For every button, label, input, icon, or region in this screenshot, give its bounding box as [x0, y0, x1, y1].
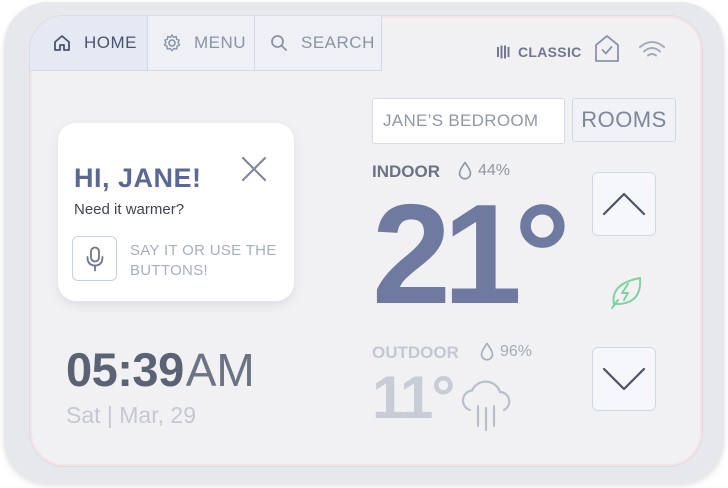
chevron-up-icon: [602, 192, 646, 216]
greeting-card: HI, JANE! Need it warmer? SAY IT OR USE …: [58, 123, 294, 301]
house-check-icon[interactable]: [594, 34, 620, 64]
clock-ampm: AM: [185, 344, 255, 396]
nav-home-button[interactable]: HOME: [30, 16, 148, 71]
temperature-up-button[interactable]: [592, 172, 656, 236]
room-name-field[interactable]: JANE’S BEDROOM: [372, 98, 565, 144]
classic-mode-label: CLASSIC: [518, 44, 582, 60]
classic-mode-toggle[interactable]: CLASSIC: [496, 44, 582, 60]
rain-cloud-icon: [461, 380, 511, 432]
thermostat-device: HOME MENU SEARCH CLASSIC HI, JANE! Need …: [4, 2, 724, 484]
temperature-down-button[interactable]: [592, 347, 656, 411]
voice-hint: SAY IT OR USE THE BUTTONS!: [130, 242, 277, 279]
rooms-button[interactable]: ROOMS: [572, 98, 676, 142]
outdoor-label: OUTDOOR: [372, 343, 459, 362]
classic-mode-icon: [497, 45, 510, 59]
microphone-icon: [86, 246, 103, 271]
thermostat-screen: HOME MENU SEARCH CLASSIC HI, JANE! Need …: [30, 16, 702, 466]
search-icon: [271, 35, 287, 51]
outdoor-humidity: 96%: [480, 342, 532, 361]
nav-search-button[interactable]: SEARCH: [254, 16, 382, 71]
clock-time: 05:39: [66, 343, 184, 396]
eco-leaf-icon[interactable]: [608, 274, 644, 310]
nav-menu-label: MENU: [194, 33, 247, 52]
outdoor-humidity-value: 96%: [500, 342, 533, 360]
greeting-title: HI, JANE!: [74, 163, 202, 193]
home-icon: [54, 35, 70, 51]
wifi-icon[interactable]: [638, 40, 666, 62]
nav-menu-button[interactable]: MENU: [147, 16, 255, 71]
droplet-icon: [480, 342, 494, 361]
nav-home-label: HOME: [84, 33, 137, 52]
nav-search-label: SEARCH: [301, 33, 375, 52]
clock-date: Sat | Mar, 29: [66, 402, 196, 428]
clock: 05:39 AM: [66, 342, 255, 397]
voice-input-button[interactable]: [72, 236, 117, 281]
close-icon[interactable]: [240, 155, 268, 183]
chevron-down-icon: [602, 367, 646, 391]
gear-icon: [163, 34, 181, 52]
indoor-temperature: 21°: [372, 175, 571, 334]
greeting-subtitle: Need it warmer?: [74, 201, 185, 218]
outdoor-temperature: 11°: [372, 364, 455, 431]
